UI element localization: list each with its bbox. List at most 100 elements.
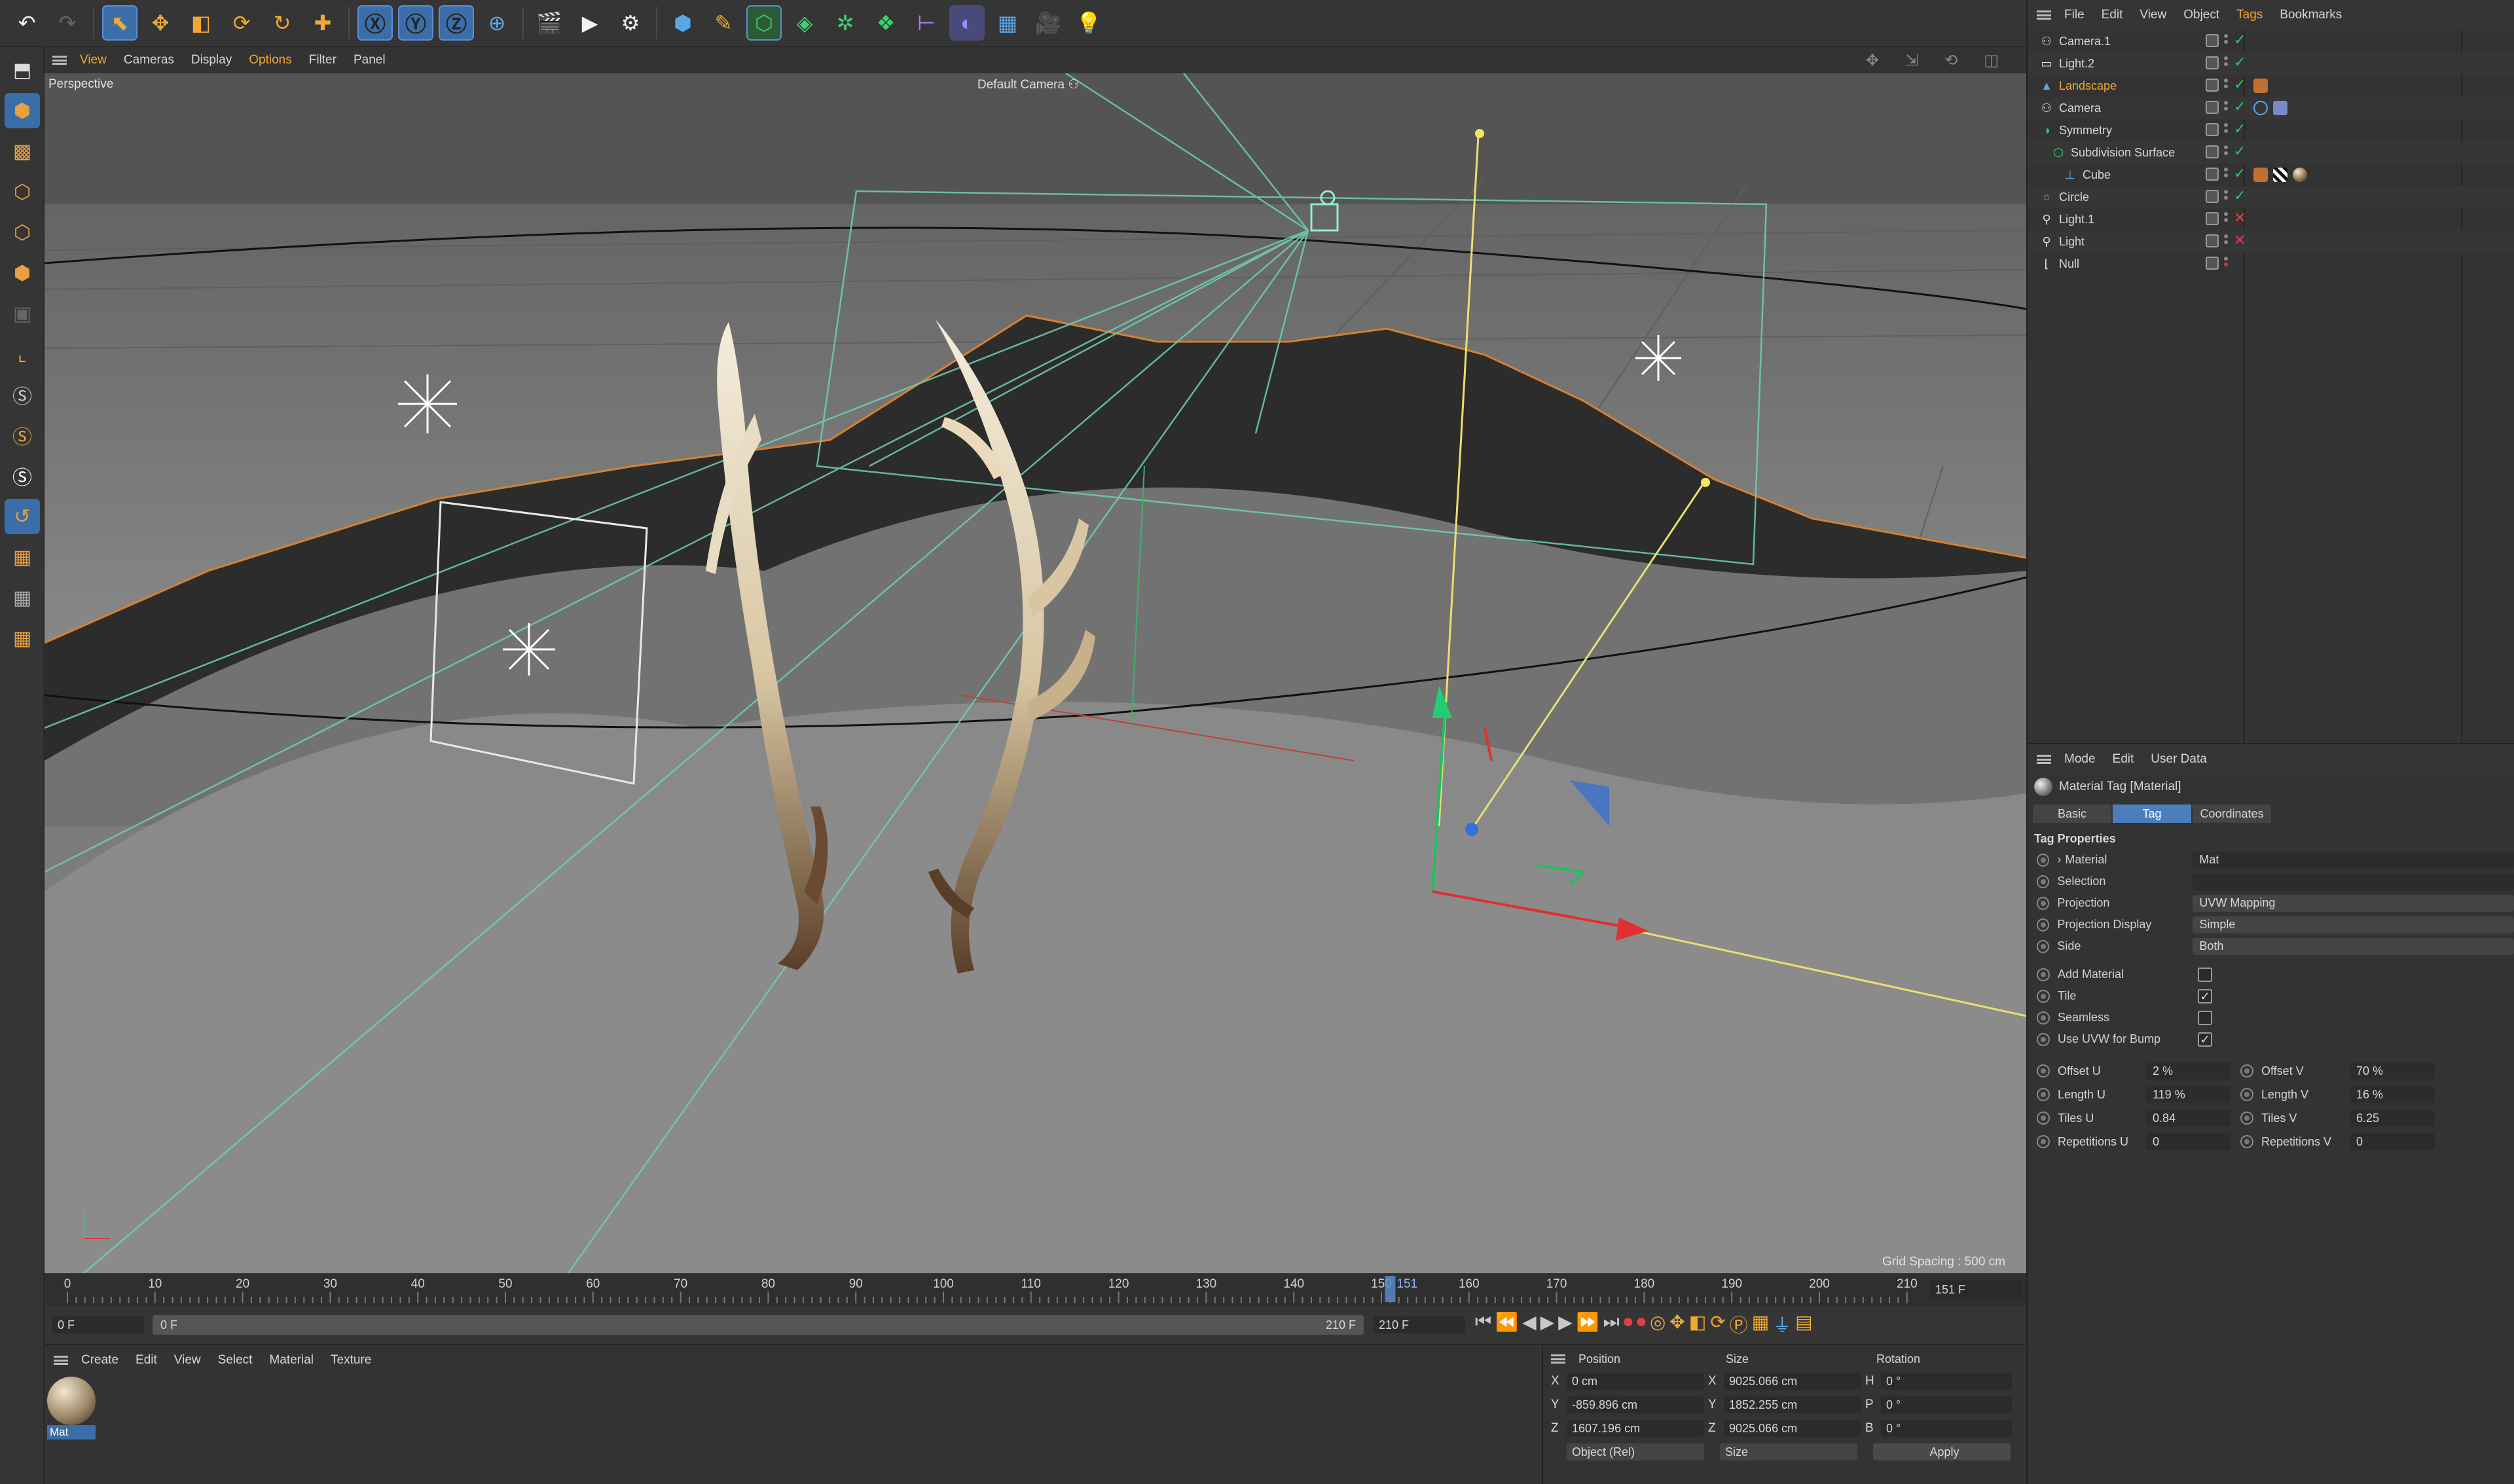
tiles-v-field[interactable]: 6.25 — [2350, 1110, 2435, 1127]
interpolation-icon[interactable]: ⏚ — [1773, 1311, 1791, 1337]
viewport-menu-filter[interactable]: Filter — [309, 53, 337, 67]
visibility-dots[interactable] — [2224, 79, 2231, 93]
object-row[interactable]: ○ Circle ✓ — [2028, 186, 2514, 208]
enabled-check-icon[interactable]: ✓ — [2234, 98, 2246, 115]
pos-z-field[interactable]: 1607.196 cm — [1567, 1420, 1704, 1437]
mat-menu-edit[interactable]: Edit — [136, 1353, 157, 1367]
obj-menu-tags[interactable]: Tags — [2236, 8, 2263, 22]
mat-menu-create[interactable]: Create — [81, 1353, 118, 1367]
coordinate-icon[interactable]: ✚ — [305, 5, 340, 41]
anim-icon[interactable] — [2240, 1088, 2253, 1101]
object-row[interactable]: ⌊ Null — [2028, 253, 2514, 275]
visibility-dots[interactable] — [2224, 212, 2231, 226]
maximize-view-icon[interactable]: ◫ — [1984, 51, 1999, 70]
timeline-icon[interactable]: ▤ — [1795, 1311, 1812, 1337]
object-row[interactable]: ▭ Light.2 ✓ — [2028, 52, 2514, 75]
go-to-start-icon[interactable]: ⏮ — [1475, 1311, 1491, 1337]
use-uvw-checkbox[interactable]: ✓ — [2198, 1032, 2212, 1047]
field-icon[interactable]: ◐ — [949, 5, 985, 41]
model-mode-icon[interactable]: ⬢ — [5, 93, 40, 128]
y-axis-icon[interactable]: Ⓨ — [398, 5, 433, 41]
lock-workplane-icon[interactable]: ▦ — [5, 621, 40, 656]
viewport-menu-options[interactable]: Options — [249, 53, 291, 67]
length-v-field[interactable]: 16 % — [2350, 1086, 2435, 1103]
phong-tag-icon[interactable] — [2253, 168, 2268, 182]
offset-u-field[interactable]: 2 % — [2146, 1062, 2231, 1079]
anim-icon[interactable] — [2037, 875, 2050, 888]
layer-checkbox[interactable] — [2206, 257, 2219, 270]
add-material-checkbox[interactable] — [2198, 967, 2212, 982]
obj-menu-bookmarks[interactable]: Bookmarks — [2280, 8, 2342, 22]
cloner-icon[interactable]: ✲ — [828, 5, 863, 41]
attr-menu-mode[interactable]: Mode — [2064, 752, 2096, 767]
object-row[interactable]: ⚇ Camera ✓ — [2028, 97, 2514, 119]
anim-icon[interactable] — [2037, 1135, 2050, 1148]
anim-icon[interactable] — [2037, 1032, 2050, 1046]
undo-icon[interactable]: ↶ — [9, 5, 45, 41]
timeline-ruler[interactable]: 0 10 20 30 40 50 60 70 80 90 100 110 120 130 140 150 160… — [45, 1273, 2026, 1306]
size-x-field[interactable]: 9025.066 cm — [1724, 1373, 1861, 1390]
next-frame-icon[interactable]: ▶ — [1558, 1311, 1573, 1337]
layer-checkbox[interactable] — [2206, 145, 2219, 158]
workplane-icon[interactable]: ▦ — [5, 539, 40, 575]
enabled-check-icon[interactable]: ✓ — [2234, 143, 2246, 160]
mat-menu-texture[interactable]: Texture — [331, 1353, 371, 1367]
hamburger-icon[interactable] — [1551, 1354, 1565, 1364]
rep-u-field[interactable]: 0 — [2146, 1133, 2231, 1150]
pen-icon[interactable]: ✎ — [706, 5, 741, 41]
attr-menu-edit[interactable]: Edit — [2113, 752, 2134, 767]
light-icon[interactable]: 💡 — [1071, 5, 1106, 41]
texture-mode-icon[interactable]: ▩ — [5, 134, 40, 169]
render-view-icon[interactable]: 🎬 — [532, 5, 567, 41]
current-frame-field[interactable]: 151 F — [1930, 1280, 2022, 1299]
layer-checkbox[interactable] — [2206, 123, 2219, 136]
tweak-icon[interactable]: ↺ — [5, 499, 40, 534]
material-link-field[interactable]: Mat — [2193, 851, 2514, 869]
enabled-check-icon[interactable]: ✓ — [2234, 187, 2246, 204]
pla-key-icon[interactable]: ▦ — [1752, 1311, 1769, 1337]
uv-mode-icon[interactable]: ▣ — [5, 296, 40, 331]
edges-mode-icon[interactable]: ⬡ — [5, 215, 40, 250]
end-frame-field[interactable]: 210 F — [1374, 1316, 1465, 1333]
prev-key-icon[interactable]: ⏪ — [1495, 1311, 1518, 1337]
size-mode-select[interactable]: Size — [1720, 1443, 1857, 1460]
snap-icon[interactable]: Ⓢ — [5, 377, 40, 412]
obj-menu-edit[interactable]: Edit — [2102, 8, 2123, 22]
points-mode-icon[interactable]: ⬡ — [5, 174, 40, 209]
live-select-icon[interactable]: ⬉ — [102, 5, 137, 41]
object-row[interactable]: ⬡ Subdivision Surface ✓ — [2028, 141, 2514, 164]
obj-menu-object[interactable]: Object — [2183, 8, 2219, 22]
viewport-menu-panel[interactable]: Panel — [354, 53, 386, 67]
cube-icon[interactable]: ⬢ — [665, 5, 701, 41]
anim-icon[interactable] — [2037, 918, 2050, 932]
light-2-gizmo[interactable] — [1635, 335, 1681, 381]
anim-icon[interactable] — [2240, 1112, 2253, 1125]
make-editable-icon[interactable]: ⬒ — [5, 52, 40, 88]
anim-icon[interactable] — [2037, 1064, 2050, 1077]
anim-icon[interactable] — [2037, 1112, 2050, 1125]
pos-y-field[interactable]: -859.896 cm — [1567, 1396, 1704, 1413]
hamburger-icon[interactable] — [54, 1356, 68, 1365]
tab-basic[interactable]: Basic — [2033, 805, 2111, 823]
projection-select[interactable]: UVW Mapping — [2193, 894, 2514, 912]
coord-mode-select[interactable]: Object (Rel) — [1567, 1443, 1704, 1460]
rotate-view-icon[interactable]: ⟲ — [1944, 51, 1958, 70]
rotation-key-icon[interactable]: ⟳ — [1710, 1311, 1725, 1337]
selection-field[interactable] — [2193, 873, 2514, 890]
object-row[interactable]: ⚲ Light.1 ✕ — [2028, 208, 2514, 230]
enabled-check-icon[interactable]: ✓ — [2234, 165, 2246, 182]
start-frame-field[interactable]: 0 F — [52, 1316, 144, 1333]
param-key-icon[interactable]: Ⓟ — [1730, 1311, 1748, 1337]
viewport-menu-view[interactable]: View — [80, 53, 107, 67]
anim-icon[interactable] — [2240, 1135, 2253, 1148]
protection-tag-icon[interactable] — [2273, 101, 2287, 115]
object-row[interactable]: ⚇ Camera.1 ✓ — [2028, 30, 2514, 52]
layer-checkbox[interactable] — [2206, 79, 2219, 92]
anim-icon[interactable] — [2037, 989, 2050, 1003]
layer-checkbox[interactable] — [2206, 212, 2219, 225]
move-view-icon[interactable]: ✥ — [1866, 51, 1879, 70]
rot-p-field[interactable]: 0 ° — [1881, 1396, 2012, 1413]
floor-icon[interactable]: ▦ — [990, 5, 1025, 41]
layer-checkbox[interactable] — [2206, 34, 2219, 47]
visibility-dots[interactable] — [2224, 168, 2231, 182]
